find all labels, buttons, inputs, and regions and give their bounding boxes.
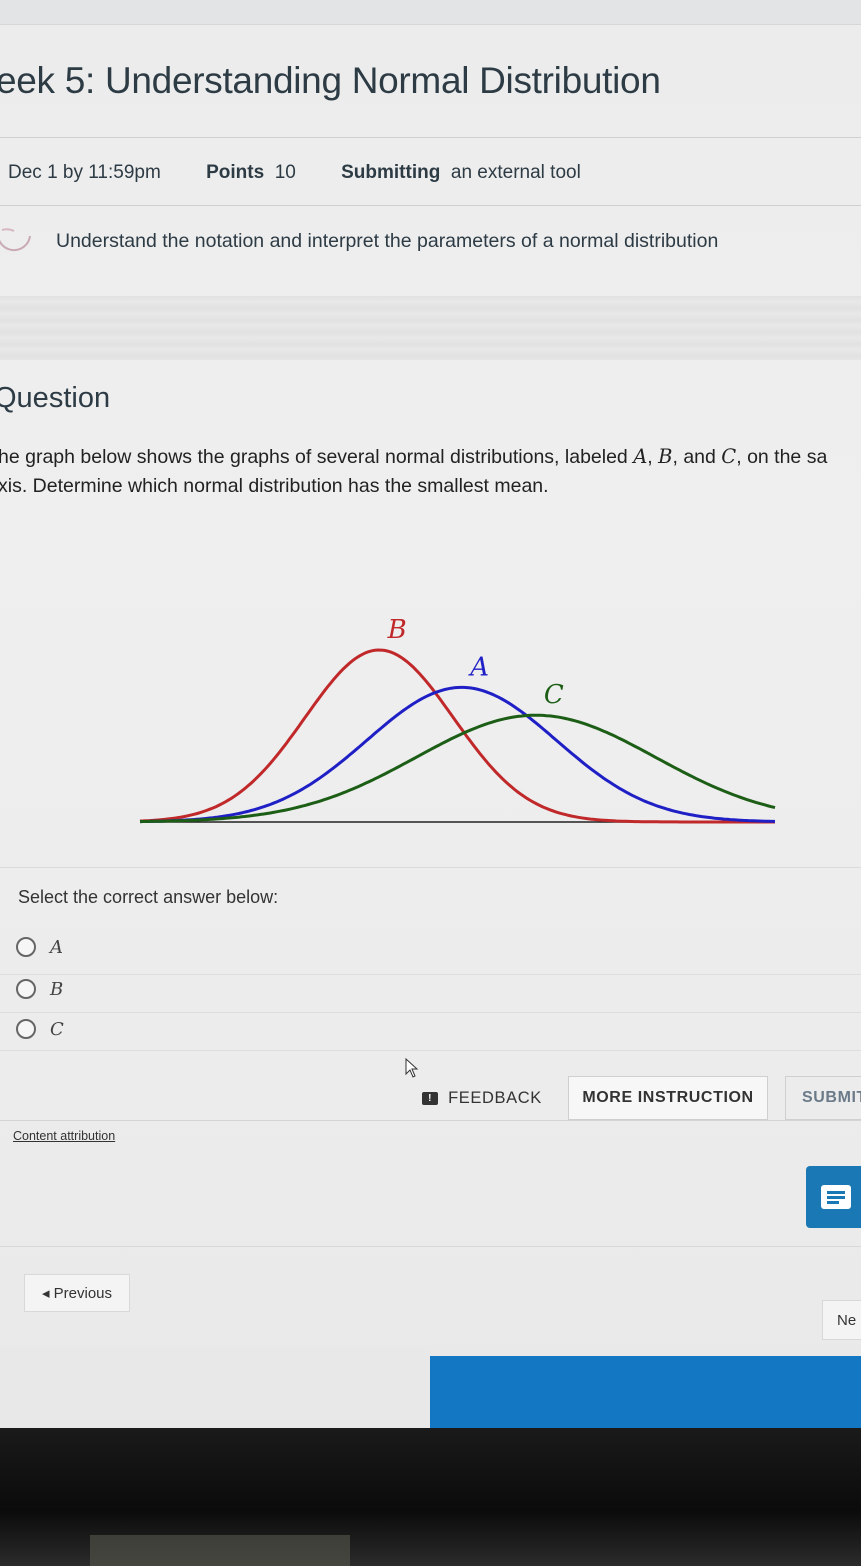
divider [0,137,861,138]
more-instruction-button[interactable]: MORE INSTRUCTION [568,1076,768,1120]
divider [0,1050,861,1051]
chat-icon [821,1185,851,1209]
content-attribution-link[interactable]: Content attribution [13,1129,115,1143]
points-label: Points [206,162,265,183]
curve-c [139,713,776,824]
divider [0,974,861,975]
section-separator [0,296,861,360]
radio-button[interactable] [16,979,36,999]
due-date: Dec 1 by 11:59pm [8,162,161,183]
question-line-2: xis. Determine which normal distribution… [0,475,549,497]
option-a[interactable]: A [16,932,63,962]
chat-button[interactable] [806,1166,861,1228]
divider [0,867,861,868]
option-c[interactable]: C [16,1014,64,1044]
taskbar-left [0,1348,430,1428]
points: Points 10 [206,162,296,184]
feedback-button[interactable]: ! FEEDBACK [412,1076,552,1120]
divider [0,1120,861,1121]
curve-label-a: A [468,652,489,682]
learning-objective: Understand the notation and interpret th… [56,230,719,252]
submitting: Submitting an external tool [341,162,581,184]
question-line-1: he graph below shows the graphs of sever… [0,445,828,468]
next-button[interactable]: Ne [822,1300,861,1340]
radio-button[interactable] [16,1019,36,1039]
option-label: A [50,936,63,958]
option-b[interactable]: B [16,974,63,1004]
browser-top-strip [0,0,861,25]
normal-distributions-chart: B A C [139,615,776,824]
taskbar-highlight [430,1356,861,1434]
outcome-icon [0,228,31,252]
curve-label-c: C [544,680,564,710]
option-label: C [50,1018,64,1040]
points-value: 10 [274,162,296,183]
lms-page: eek 5: Understanding Normal Distribution… [0,0,861,1345]
divider [0,1246,861,1247]
answer-prompt: Select the correct answer below: [18,887,279,907]
mouse-cursor-icon [405,1058,419,1078]
radio-button[interactable] [16,937,36,957]
question-heading: Question [0,382,111,414]
curve-label-b: B [387,615,407,645]
desk-notes [90,1535,350,1566]
curve-a [139,685,775,824]
divider [0,205,861,206]
question-text: he graph below shows the graphs of sever… [0,442,861,501]
feedback-icon: ! [422,1091,439,1105]
submit-button[interactable]: SUBMIT [785,1076,861,1120]
submitting-value: an external tool [450,162,581,183]
submitting-label: Submitting [341,162,441,183]
page-title: eek 5: Understanding Normal Distribution [0,60,661,101]
previous-button[interactable]: ◂ Previous [24,1274,130,1312]
divider [0,1012,861,1013]
option-label: B [50,978,64,1000]
assignment-meta: Dec 1 by 11:59pm Points 10 Submitting an… [8,162,621,184]
